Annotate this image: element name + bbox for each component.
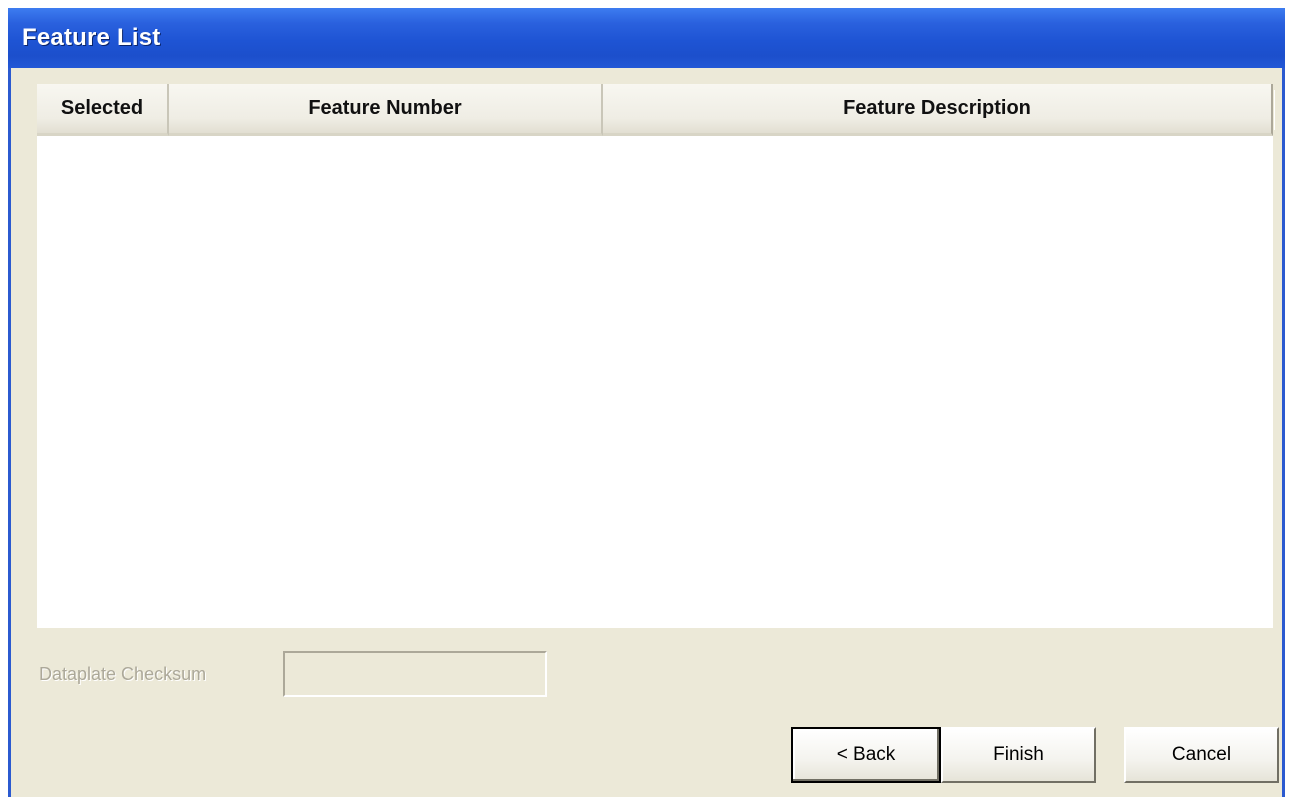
list-header: Selected Feature Number Feature Descript… (37, 84, 1275, 136)
column-header-selected[interactable]: Selected (37, 84, 171, 136)
back-button[interactable]: < Back (791, 727, 941, 783)
list-body[interactable] (37, 136, 1273, 628)
feature-list-view[interactable]: Selected Feature Number Feature Descript… (37, 84, 1275, 628)
finish-button[interactable]: Finish (941, 727, 1096, 783)
column-header-label: Selected (60, 97, 144, 119)
column-header-label: Feature Description (843, 97, 1031, 119)
column-header-label: Feature Number (308, 97, 462, 119)
title-bar[interactable]: Feature List (8, 8, 1285, 68)
column-header-feature-number[interactable]: Feature Number (169, 84, 605, 136)
cancel-button[interactable]: Cancel (1124, 727, 1279, 783)
dataplate-checksum-field[interactable] (283, 651, 547, 697)
column-header-feature-description[interactable]: Feature Description (603, 84, 1275, 136)
dataplate-checksum-label: Dataplate Checksum (39, 664, 207, 684)
feature-list-dialog: Feature List Selected Feature Number Fea… (8, 8, 1285, 797)
window-title: Feature List (22, 24, 161, 51)
